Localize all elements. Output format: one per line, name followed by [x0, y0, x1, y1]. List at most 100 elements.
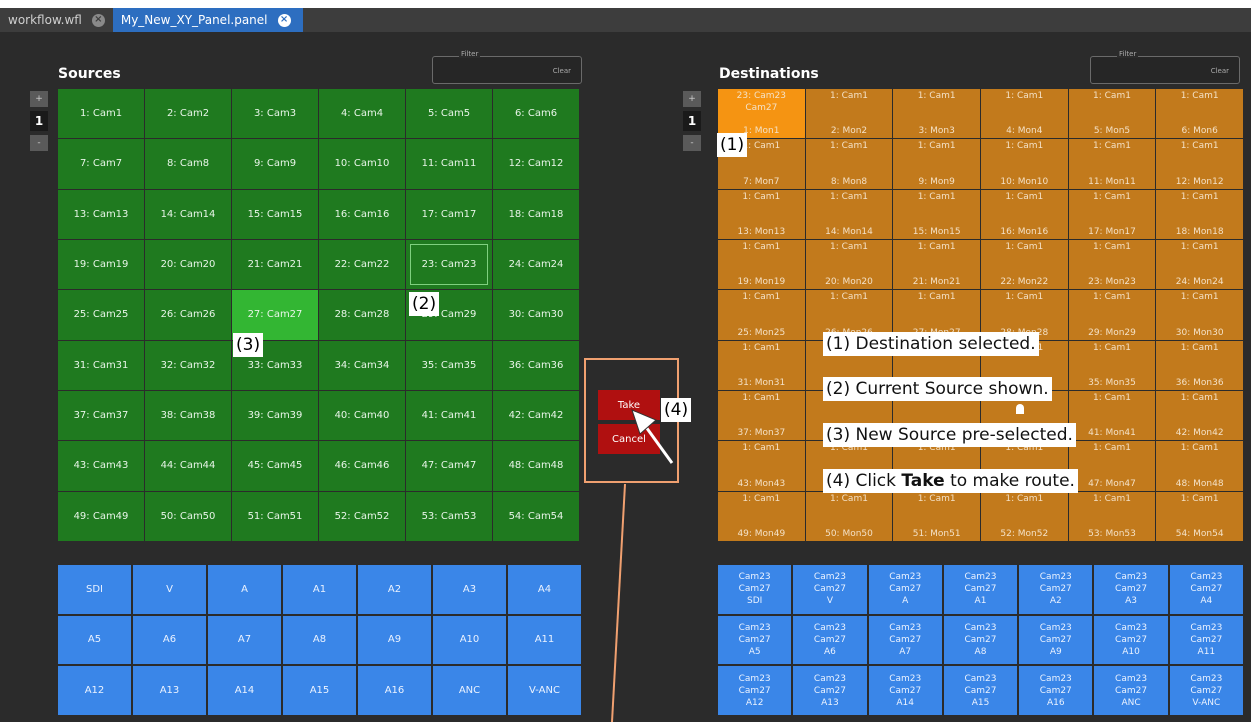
- destination-level-button[interactable]: Cam23 Cam27 SDI: [718, 565, 792, 614]
- source-button[interactable]: 42: Cam42: [493, 390, 579, 441]
- source-button[interactable]: 11: Cam11: [406, 139, 492, 189]
- source-button[interactable]: 16: Cam16: [319, 189, 405, 239]
- level-button[interactable]: SDI: [58, 565, 131, 614]
- take-button[interactable]: Take: [598, 390, 660, 420]
- tab-workflow[interactable]: workflow.wfl ×: [0, 8, 113, 32]
- level-button[interactable]: A10: [433, 615, 506, 665]
- page-down-button[interactable]: -: [30, 135, 48, 151]
- page-up-button[interactable]: +: [30, 91, 48, 107]
- destination-button[interactable]: 1: Cam1 15: Mon15: [893, 189, 980, 239]
- source-button[interactable]: 52: Cam52: [319, 491, 405, 541]
- level-button[interactable]: A13: [133, 666, 206, 715]
- destination-button[interactable]: 1: Cam1 3: Mon3: [893, 89, 980, 139]
- destination-button[interactable]: 1: Cam1 49: Mon49: [718, 491, 805, 541]
- source-button[interactable]: 7: Cam7: [58, 139, 144, 189]
- level-button[interactable]: A2: [358, 565, 431, 614]
- destination-button[interactable]: 1: Cam1 23: Mon23: [1068, 239, 1156, 290]
- destination-button[interactable]: 1: Cam1 11: Mon11: [1068, 139, 1156, 189]
- level-button[interactable]: A6: [133, 615, 206, 665]
- destination-button[interactable]: 1: Cam1 35: Mon35: [1068, 340, 1156, 390]
- destination-level-button[interactable]: Cam23 Cam27 A9: [1019, 615, 1093, 665]
- destination-level-button[interactable]: Cam23 Cam27 A15: [943, 666, 1018, 715]
- destination-button[interactable]: 1: Cam1 47: Mon47: [1068, 441, 1156, 491]
- destination-level-button[interactable]: Cam23 Cam27 A3: [1094, 565, 1168, 614]
- destination-button[interactable]: 1: Cam1 50: Mon50: [805, 491, 893, 541]
- destination-button[interactable]: 1: Cam1 10: Mon10: [980, 139, 1068, 189]
- destination-button[interactable]: 1: Cam1 29: Mon29: [1068, 290, 1156, 340]
- source-button[interactable]: 44: Cam44: [145, 441, 231, 491]
- source-button[interactable]: 53: Cam53: [406, 491, 492, 541]
- destination-level-button[interactable]: Cam23 Cam27 A13: [793, 666, 867, 715]
- source-button[interactable]: 24: Cam24: [493, 239, 579, 290]
- destination-button[interactable]: 1: Cam1 48: Mon48: [1156, 441, 1243, 491]
- destination-button[interactable]: 1: Cam1 6: Mon6: [1156, 89, 1243, 139]
- destination-button[interactable]: 1: Cam1 41: Mon41: [1068, 390, 1156, 441]
- source-button[interactable]: 17: Cam17: [406, 189, 492, 239]
- level-button[interactable]: ANC: [433, 666, 506, 715]
- level-button[interactable]: A16: [358, 666, 431, 715]
- source-button[interactable]: 21: Cam21: [232, 239, 318, 290]
- destination-level-button[interactable]: Cam23 Cam27 A7: [868, 615, 942, 665]
- destination-level-button[interactable]: Cam23 Cam27 V-ANC: [1169, 666, 1243, 715]
- level-button[interactable]: A14: [208, 666, 281, 715]
- source-button[interactable]: 54: Cam54: [493, 491, 579, 541]
- source-button[interactable]: 50: Cam50: [145, 491, 231, 541]
- destination-level-button[interactable]: Cam23 Cam27 A2: [1019, 565, 1093, 614]
- level-button[interactable]: A9: [358, 615, 431, 665]
- source-button[interactable]: 23: Cam23: [406, 239, 492, 290]
- tab-xy-panel[interactable]: My_New_XY_Panel.panel ×: [112, 8, 303, 32]
- source-button[interactable]: 43: Cam43: [58, 441, 144, 491]
- destination-button[interactable]: 1: Cam1 24: Mon24: [1156, 239, 1243, 290]
- destination-button[interactable]: 1: Cam1 2: Mon2: [805, 89, 893, 139]
- source-button[interactable]: 22: Cam22: [319, 239, 405, 290]
- destination-button[interactable]: 1: Cam1 17: Mon17: [1068, 189, 1156, 239]
- destination-button[interactable]: 1: Cam1 20: Mon20: [805, 239, 893, 290]
- level-button[interactable]: A8: [283, 615, 356, 665]
- source-button[interactable]: 37: Cam37: [58, 390, 144, 441]
- source-button[interactable]: 28: Cam28: [319, 290, 405, 340]
- destination-level-button[interactable]: Cam23 Cam27 A4: [1169, 565, 1243, 614]
- source-button[interactable]: 35: Cam35: [406, 340, 492, 390]
- source-button[interactable]: 20: Cam20: [145, 239, 231, 290]
- level-button[interactable]: V: [133, 565, 206, 614]
- level-button[interactable]: A4: [508, 565, 581, 614]
- source-button[interactable]: 32: Cam32: [145, 340, 231, 390]
- close-icon[interactable]: ×: [91, 13, 105, 27]
- source-button[interactable]: 1: Cam1: [58, 89, 144, 139]
- level-button[interactable]: A3: [433, 565, 506, 614]
- destination-button[interactable]: 23: Cam23 Cam27 1: Mon1: [718, 89, 805, 139]
- source-button[interactable]: 36: Cam36: [493, 340, 579, 390]
- destination-level-button[interactable]: Cam23 Cam27 A8: [943, 615, 1018, 665]
- destination-button[interactable]: 1: Cam1 12: Mon12: [1156, 139, 1243, 189]
- level-button[interactable]: A15: [283, 666, 356, 715]
- source-button[interactable]: 2: Cam2: [145, 89, 231, 139]
- destination-button[interactable]: 1: Cam1 25: Mon25: [718, 290, 805, 340]
- level-button[interactable]: A11: [508, 615, 581, 665]
- level-button[interactable]: A1: [283, 565, 356, 614]
- close-icon[interactable]: ×: [277, 13, 291, 27]
- source-button[interactable]: 5: Cam5: [406, 89, 492, 139]
- destination-button[interactable]: 1: Cam1 52: Mon52: [980, 491, 1068, 541]
- cancel-button[interactable]: Cancel: [598, 424, 660, 454]
- source-button[interactable]: 48: Cam48: [493, 441, 579, 491]
- destination-button[interactable]: 1: Cam1 19: Mon19: [718, 239, 805, 290]
- sources-filter-input[interactable]: Filter Clear: [432, 50, 582, 84]
- page-down-button[interactable]: -: [683, 135, 701, 151]
- source-button[interactable]: 41: Cam41: [406, 390, 492, 441]
- destination-level-button[interactable]: Cam23 Cam27 V: [793, 565, 867, 614]
- destination-level-button[interactable]: Cam23 Cam27 A: [868, 565, 942, 614]
- source-button[interactable]: 46: Cam46: [319, 441, 405, 491]
- source-button[interactable]: 51: Cam51: [232, 491, 318, 541]
- destination-button[interactable]: 1: Cam1 54: Mon54: [1156, 491, 1243, 541]
- filter-clear-button[interactable]: Clear: [553, 67, 571, 75]
- destination-button[interactable]: 1: Cam1 16: Mon16: [980, 189, 1068, 239]
- destination-button[interactable]: 1: Cam1 9: Mon9: [893, 139, 980, 189]
- page-up-button[interactable]: +: [683, 91, 701, 107]
- source-button[interactable]: 15: Cam15: [232, 189, 318, 239]
- source-button[interactable]: 13: Cam13: [58, 189, 144, 239]
- source-button[interactable]: 26: Cam26: [145, 290, 231, 340]
- source-button[interactable]: 14: Cam14: [145, 189, 231, 239]
- destination-button[interactable]: 1: Cam1 18: Mon18: [1156, 189, 1243, 239]
- destination-button[interactable]: 1: Cam1 22: Mon22: [980, 239, 1068, 290]
- destination-level-button[interactable]: Cam23 Cam27 A1: [943, 565, 1018, 614]
